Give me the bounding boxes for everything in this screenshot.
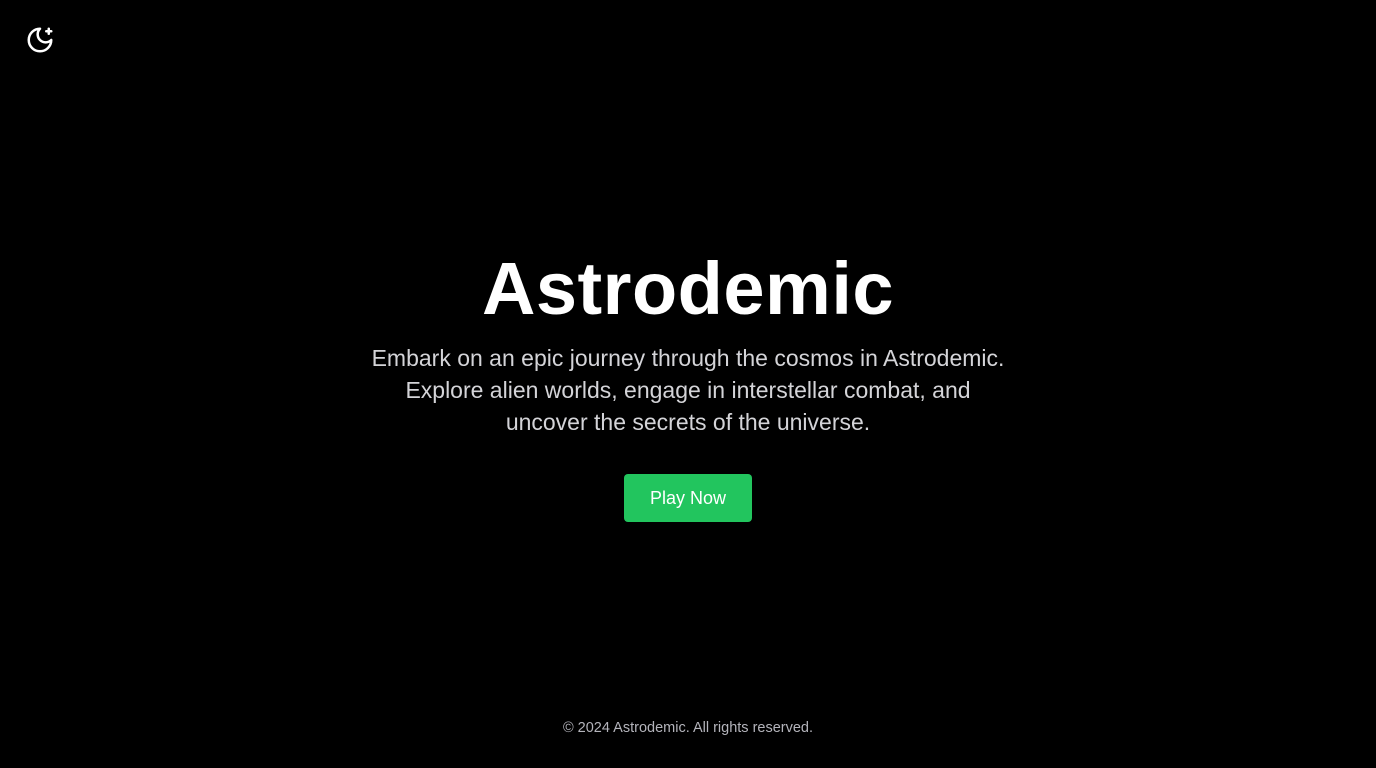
footer-copyright: © 2024 Astrodemic. All rights reserved. [562,720,814,736]
play-now-button[interactable]: Play Now [624,474,752,522]
theme-toggle-button[interactable] [22,22,58,58]
landing-page: Astrodemic Embark on an epic journey thr… [0,0,1376,768]
moon-sparkle-icon [27,27,53,53]
hero-section: Astrodemic Embark on an epic journey thr… [0,246,1376,522]
hero-tagline: Embark on an epic journey through the co… [371,345,1005,435]
page-title: Astrodemic [481,247,895,330]
